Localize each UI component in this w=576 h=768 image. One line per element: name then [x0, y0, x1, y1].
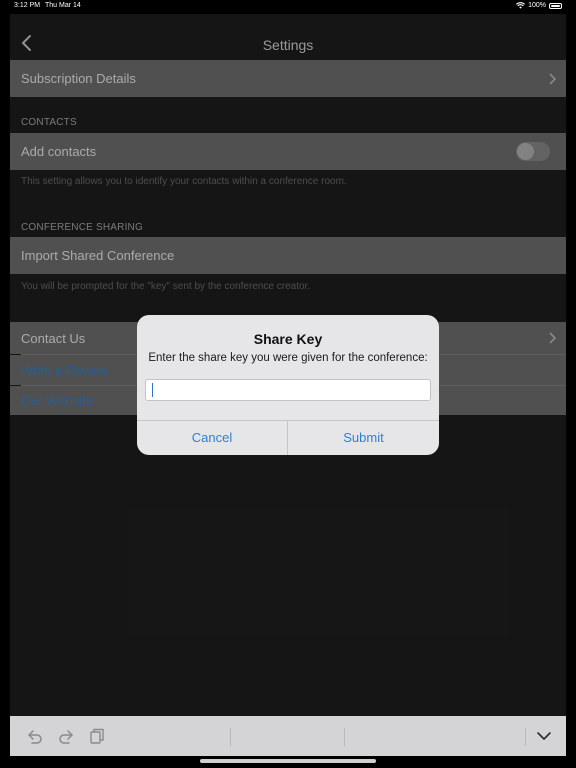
status-right: 100%: [516, 2, 562, 9]
share-key-alert: Share Key Enter the share key you were g…: [137, 315, 439, 455]
toolbar-divider: [525, 728, 526, 746]
battery-icon: [549, 2, 562, 9]
status-bar: 3:12 PM Thu Mar 14 100%: [0, 0, 576, 13]
submit-button[interactable]: Submit: [288, 420, 439, 455]
alert-title: Share Key: [253, 331, 323, 347]
alert-message: Enter the share key you were given for t…: [148, 352, 428, 364]
cancel-button[interactable]: Cancel: [137, 420, 287, 455]
paste-icon[interactable]: [88, 728, 106, 744]
keyboard-toolbar: [10, 716, 566, 756]
undo-icon[interactable]: [26, 728, 44, 744]
status-date: Thu Mar 14: [45, 2, 81, 9]
battery-percent: 100%: [528, 2, 546, 9]
wifi-icon: [516, 2, 526, 9]
share-key-input[interactable]: [145, 379, 431, 401]
status-time: 3:12 PM: [14, 2, 41, 9]
home-indicator: [200, 759, 376, 763]
chevron-down-icon[interactable]: [535, 728, 553, 744]
toolbar-divider: [344, 728, 345, 746]
toolbar-divider: [230, 728, 231, 746]
redo-icon[interactable]: [57, 728, 75, 744]
text-caret: [152, 383, 153, 397]
